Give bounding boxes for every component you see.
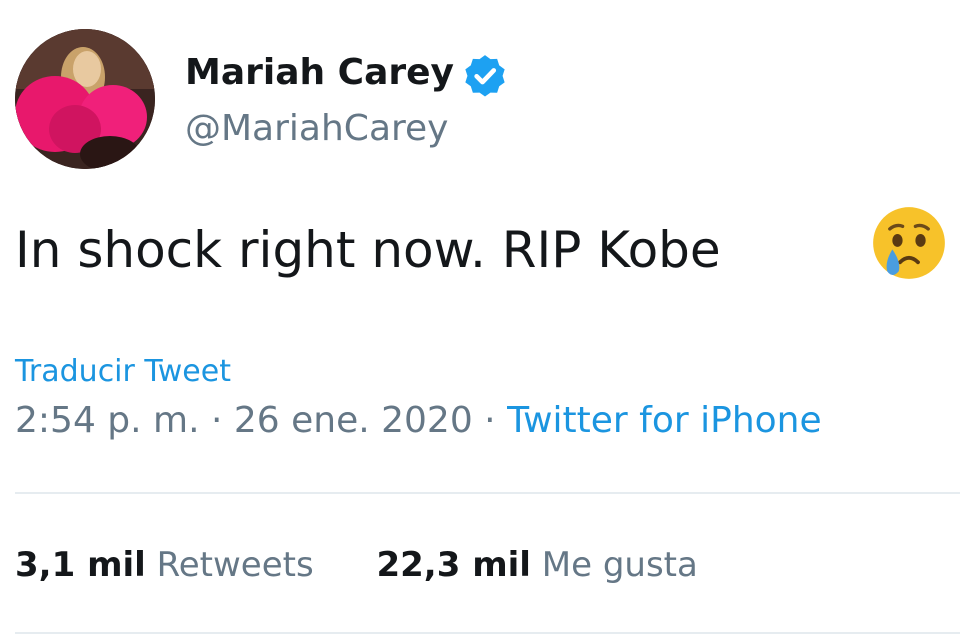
tweet-text: In shock right now. RIP Kobe — [15, 221, 721, 279]
avatar-image — [15, 29, 155, 169]
display-name[interactable]: Mariah Carey — [185, 48, 454, 98]
tweet-timestamp[interactable]: 2:54 p. m. · 26 ene. 2020 — [15, 400, 473, 441]
user-handle[interactable]: @MariahCarey — [185, 104, 448, 154]
meta-separator: · — [472, 400, 508, 441]
crying-face-icon — [873, 207, 945, 279]
tweet-card: Mariah Carey @MariahCarey In shock right… — [0, 0, 960, 640]
tweet-meta: 2:54 p. m. · 26 ene. 2020 · Twitter for … — [15, 396, 822, 446]
divider — [15, 632, 960, 634]
likes-label: Me gusta — [541, 545, 698, 585]
tweet-source-link[interactable]: Twitter for iPhone — [507, 400, 822, 441]
retweets-stat[interactable]: 3,1 mil Retweets — [15, 540, 314, 590]
likes-stat[interactable]: 22,3 mil Me gusta — [376, 540, 697, 590]
divider — [15, 492, 960, 494]
retweets-label: Retweets — [156, 545, 314, 585]
likes-count: 22,3 mil — [376, 545, 531, 585]
tweet-stats: 3,1 mil Retweets 22,3 mil Me gusta — [15, 540, 750, 590]
avatar[interactable] — [15, 29, 155, 169]
verified-badge-icon — [465, 55, 505, 97]
translate-tweet-link[interactable]: Traducir Tweet — [15, 350, 231, 394]
retweets-count: 3,1 mil — [15, 545, 146, 585]
